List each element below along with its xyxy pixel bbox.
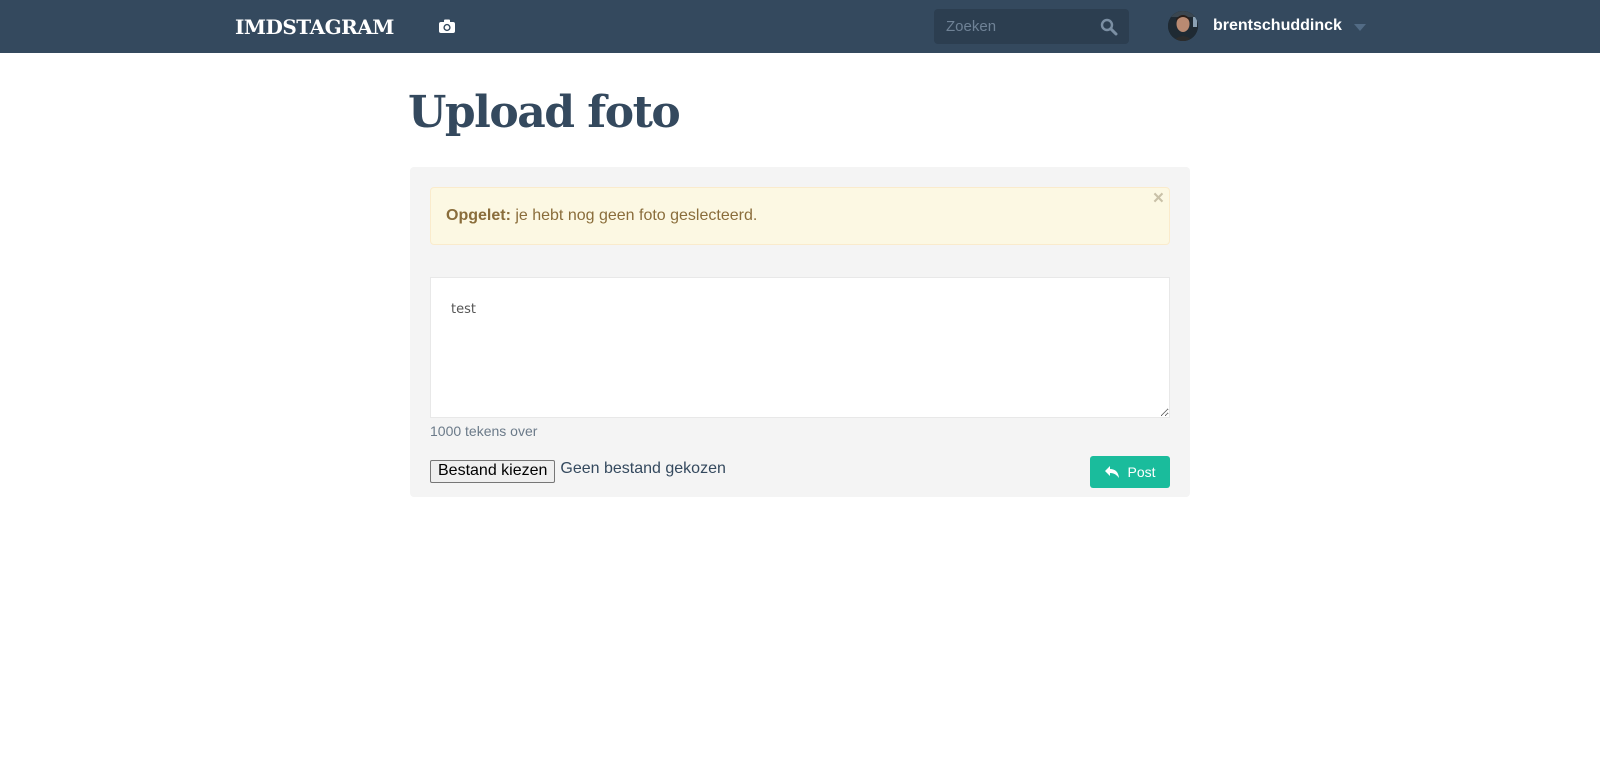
brand-logo[interactable]: IMDSTAGRAM bbox=[235, 13, 394, 41]
avatar[interactable] bbox=[1168, 11, 1198, 41]
file-status: Geen bestand gekozen bbox=[560, 460, 726, 477]
search-box bbox=[934, 9, 1129, 44]
choose-file-button[interactable]: Bestand kiezen bbox=[430, 459, 556, 483]
caret-down-icon[interactable] bbox=[1353, 23, 1366, 31]
char-counter: 1000 tekens over bbox=[430, 423, 538, 439]
upload-panel: Opgelet: je hebt nog geen foto geslectee… bbox=[410, 167, 1190, 497]
page-title: Upload foto bbox=[408, 87, 681, 138]
file-input: Bestand kiezen Geen bestand gekozen bbox=[430, 459, 726, 483]
close-icon[interactable]: × bbox=[1153, 188, 1164, 210]
camera-icon[interactable] bbox=[437, 17, 457, 35]
top-navbar: IMDSTAGRAM bren bbox=[0, 0, 1600, 53]
reply-icon bbox=[1105, 466, 1120, 478]
search-icon[interactable] bbox=[1100, 18, 1118, 36]
post-button-label: Post bbox=[1127, 464, 1156, 480]
warning-alert: Opgelet: je hebt nog geen foto geslectee… bbox=[430, 187, 1170, 245]
user-menu[interactable]: brentschuddinck bbox=[1168, 9, 1366, 43]
search-input[interactable] bbox=[934, 9, 1094, 44]
post-button[interactable]: Post bbox=[1090, 456, 1170, 488]
alert-message: je hebt nog geen foto geslecteerd. bbox=[510, 207, 758, 224]
alert-label: Opgelet: bbox=[446, 207, 511, 224]
username[interactable]: brentschuddinck bbox=[1213, 17, 1342, 35]
description-textarea[interactable]: test bbox=[430, 277, 1170, 418]
